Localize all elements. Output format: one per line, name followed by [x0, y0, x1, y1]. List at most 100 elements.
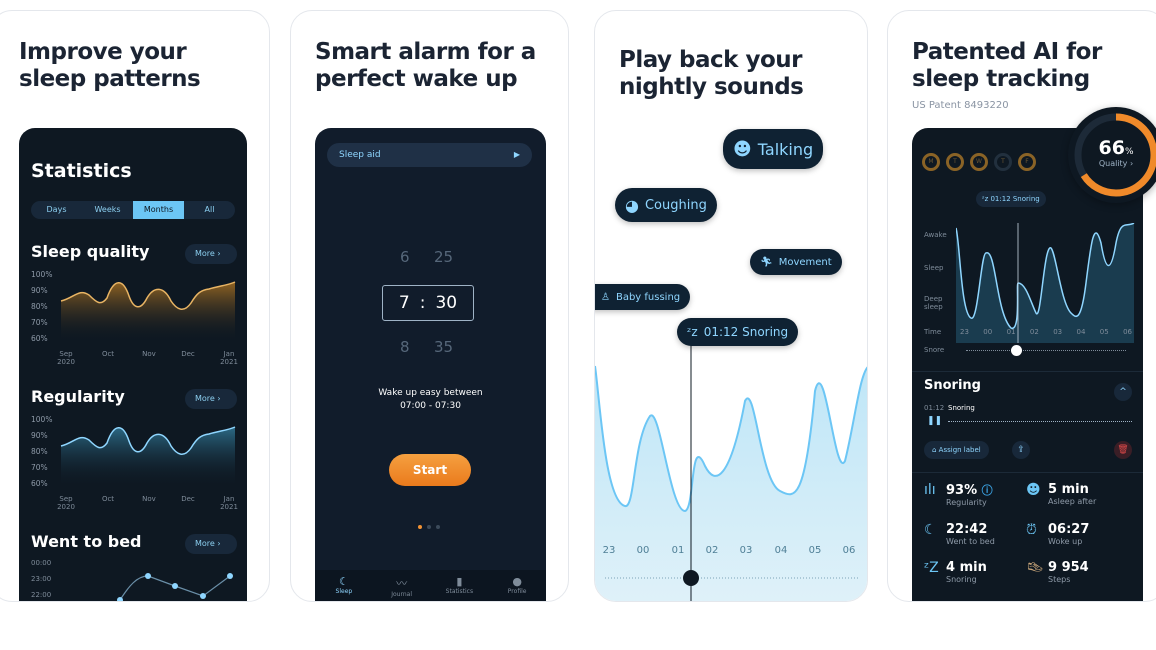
playhead-knob[interactable] [683, 570, 699, 586]
wake-window: Wake up easy between 07:00 - 07:30 [315, 387, 546, 413]
zzz-icon: ᶻz [687, 325, 698, 339]
more-button[interactable]: More › [185, 244, 237, 264]
day-ring[interactable]: M [922, 153, 940, 171]
pause-icon[interactable]: ❚❚ [927, 416, 942, 426]
label-coughing[interactable]: ◕ Coughing [615, 188, 717, 222]
more-button[interactable]: More › [185, 534, 237, 554]
phone-alarm: Sleep aid ▶ 6 25 7:30 8 35 Wake up easy b… [315, 128, 546, 601]
headline-line: sleep patterns [19, 66, 201, 92]
time-tick: 04 [775, 545, 788, 556]
play-icon[interactable]: ▶ [514, 143, 520, 167]
hour-selected[interactable]: 7 [399, 293, 410, 313]
nav-journal[interactable]: 〰 Journal [373, 570, 431, 601]
time-tick: 02 [706, 545, 719, 556]
button-label: Assign label [938, 446, 981, 454]
stat-label: Steps [1048, 575, 1071, 584]
marker-text: 01:12 Snoring [703, 325, 789, 339]
stat-steps[interactable]: 👟︎ 9 954 Steps [1026, 560, 1089, 584]
y-tick: 70% [31, 318, 48, 327]
more-button[interactable]: More › [185, 389, 237, 409]
x-tick: Dec [181, 495, 195, 503]
stat-snoring[interactable]: ᶻZ 4 min Snoring [924, 560, 987, 584]
hypnogram-area [956, 223, 1134, 343]
minute-selected[interactable]: 30 [435, 293, 457, 313]
stat-label: Snoring [946, 575, 977, 584]
stat-regularity[interactable]: ılı 93% ⓘ Regularity [924, 482, 993, 507]
minute-option[interactable]: 25 [434, 248, 453, 266]
tab-days[interactable]: Days [31, 201, 82, 219]
chevron-right-icon: › [217, 394, 221, 403]
x-tick: Oct [102, 350, 114, 358]
time-tick: 02 [1029, 328, 1039, 336]
data-point [200, 593, 206, 599]
nav-sleep[interactable]: ☾ Sleep [315, 570, 373, 601]
baby-icon: ♙ [601, 291, 610, 303]
headline: Play back your nightly sounds [619, 47, 804, 101]
chevron-up-icon[interactable]: ^ [1114, 383, 1132, 401]
day-ring[interactable]: T [994, 153, 1012, 171]
data-point [172, 583, 178, 589]
stat-woke-up[interactable]: ⏰︎ 06:27 Woke up [1026, 522, 1089, 546]
label-movement[interactable]: 🏃︎ Movement [750, 249, 842, 275]
assign-label-button[interactable]: ⌂ Assign label [924, 441, 989, 459]
panel-sounds: Play back your nightly sounds 23 00 01 02 03 0… [594, 10, 868, 602]
stat-label: Asleep after [1048, 497, 1097, 506]
audio-waveform[interactable] [948, 421, 1132, 422]
stat-asleep-after[interactable]: ☻ 5 min Asleep after [1026, 482, 1096, 506]
chevron-right-icon: › [217, 249, 221, 258]
x-tick: 2020 [57, 358, 75, 366]
share-icon[interactable]: ⇪ [1012, 441, 1030, 459]
nav-profile[interactable]: ● Profile [488, 570, 546, 601]
y-tick: 90% [31, 286, 48, 295]
regularity-icon: ılı [924, 482, 936, 498]
section-title: Went to bed [31, 532, 142, 551]
trash-icon[interactable]: 🗑︎ [1114, 441, 1132, 459]
day-ring[interactable]: F [1018, 153, 1036, 171]
headline: Smart alarm for a perfect wake up [315, 39, 536, 93]
tab-weeks[interactable]: Weeks [82, 201, 133, 219]
day-ring[interactable]: W [970, 153, 988, 171]
y-tick: 23:00 [31, 575, 51, 583]
label-baby-fussing[interactable]: ♙ Baby fussing [595, 284, 691, 310]
hour-option[interactable]: 8 [400, 338, 410, 356]
nav-statistics[interactable]: ▮ Statistics [431, 570, 489, 601]
snore-label: Snore [924, 346, 945, 354]
playhead-knob[interactable] [1011, 345, 1022, 356]
phone-statistics: Statistics Days Weeks Months All Sleep q… [19, 128, 247, 601]
stage-label: Awake [924, 231, 947, 239]
stat-went-to-bed[interactable]: ☾ 22:42 Went to bed [924, 522, 995, 546]
hour-option[interactable]: 6 [400, 248, 410, 266]
x-tick: Sep [59, 495, 73, 503]
wake-window-time: 07:00 - 07:30 [400, 401, 461, 411]
label-text: Baby fussing [615, 291, 681, 303]
minute-option[interactable]: 35 [434, 338, 453, 356]
week-rings: M T W T F [922, 153, 1036, 171]
tab-months[interactable]: Months [133, 201, 184, 219]
time-tick: 01 [672, 545, 685, 556]
snoring-marker[interactable]: ᶻz 01:12 Snoring [976, 191, 1046, 207]
shoe-icon: 👟︎ [1026, 560, 1044, 576]
sleep-aid-bar[interactable]: Sleep aid ▶ [327, 143, 532, 167]
time-picker-selected[interactable]: 7:30 [382, 285, 474, 321]
nav-label: Journal [391, 591, 412, 598]
divider [912, 371, 1143, 372]
sleepy-face-icon: ☻ [1026, 482, 1041, 498]
panel-tracking: Patented AI for sleep tracking US Patent … [887, 10, 1156, 602]
label-talking[interactable]: ☻ Talking [723, 129, 824, 169]
time-tick: 01 [1006, 328, 1016, 336]
regularity-chart: 100% 90% 80% 70% 60% Sep2020 Oct Nov Dec Jan2021 [31, 415, 238, 511]
clip-time: 01:12 [924, 404, 945, 412]
alarm-clock-icon: ⏰︎ [1026, 522, 1037, 538]
snoring-marker[interactable]: ᶻz 01:12 Snoring [677, 318, 799, 346]
hypnogram [956, 223, 1135, 343]
stat-label: Woke up [1048, 537, 1083, 546]
start-button[interactable]: Start [389, 454, 471, 486]
y-tick: 00:00 [31, 559, 51, 567]
day-ring[interactable]: T [946, 153, 964, 171]
x-tick: Sep [59, 350, 73, 358]
y-tick: 60% [31, 479, 48, 488]
stat-label: Went to bed [946, 537, 995, 546]
snore-track[interactable] [966, 350, 1126, 351]
quality-gauge[interactable]: 66% Quality › [1068, 107, 1156, 203]
tab-all[interactable]: All [184, 201, 235, 219]
